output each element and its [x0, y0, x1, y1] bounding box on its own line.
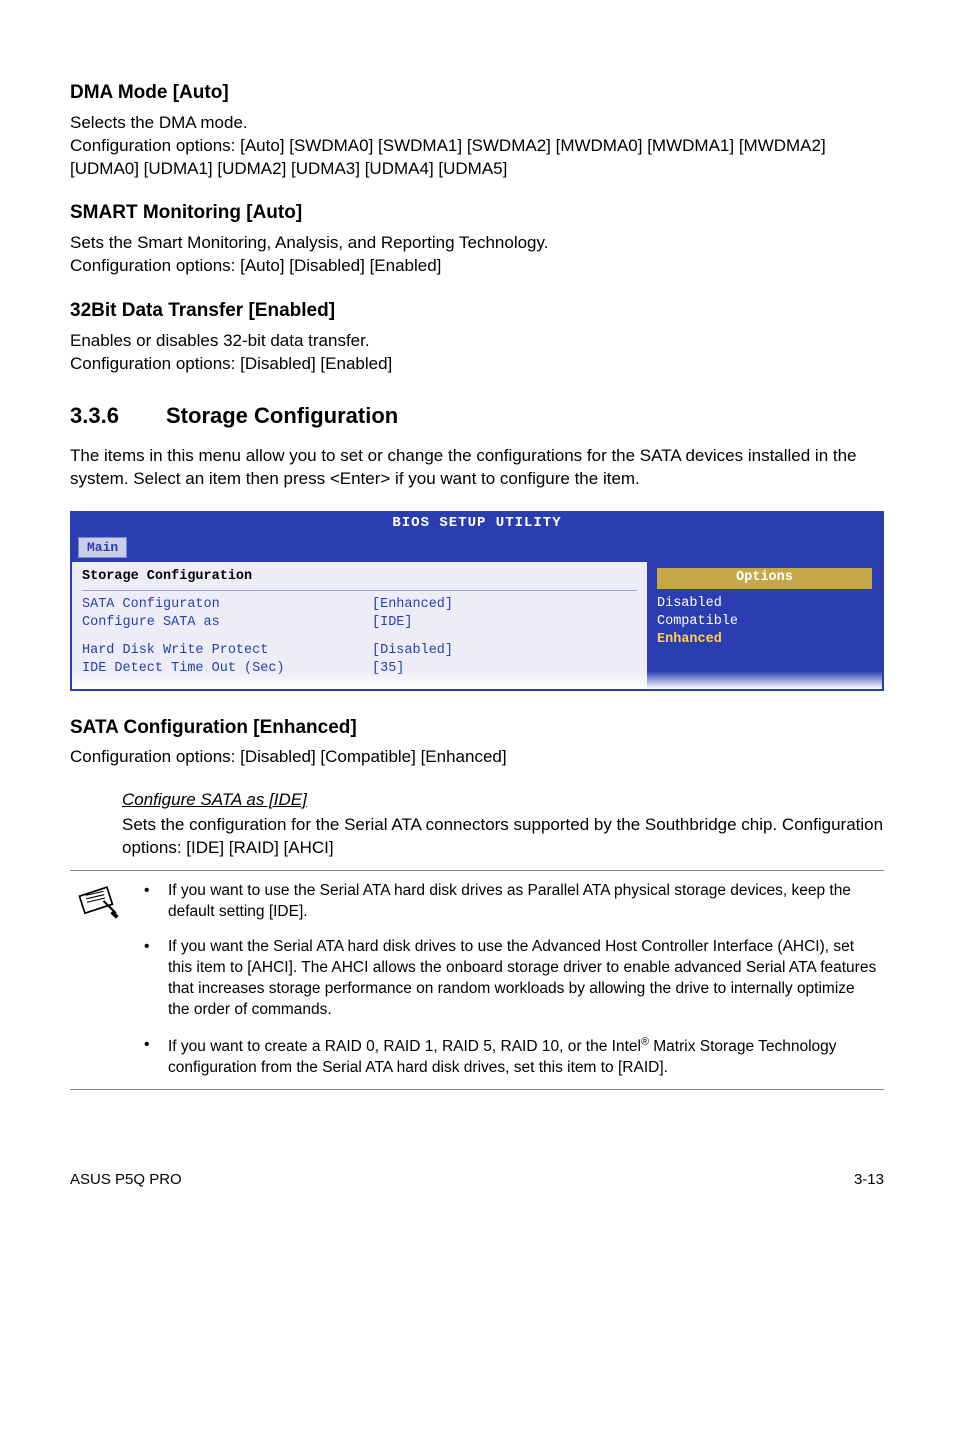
sata-config-body: Configuration options: [Disabled] [Compa… [70, 746, 884, 769]
bullet-icon: • [132, 937, 168, 1021]
bullet-icon: • [132, 881, 168, 923]
footer-left: ASUS P5Q PRO [70, 1170, 182, 1190]
bios-label: SATA Configuraton [82, 596, 372, 614]
section-heading: 3.3.6Storage Configuration [70, 401, 884, 431]
bios-label: Configure SATA as [82, 614, 372, 632]
page-footer: ASUS P5Q PRO 3-13 [70, 1170, 884, 1190]
smart-heading: SMART Monitoring [Auto] [70, 200, 884, 226]
bios-row-hd-write-protect: Hard Disk Write Protect [Disabled] [82, 642, 637, 660]
section-number: 3.3.6 [70, 401, 166, 431]
bios-option-disabled: Disabled [657, 595, 872, 613]
section-intro: The items in this menu allow you to set … [70, 445, 884, 491]
configure-sata-subsection: Configure SATA as [IDE] Sets the configu… [122, 789, 884, 860]
note-text-3a: If you want to create a RAID 0, RAID 1, … [168, 1038, 641, 1055]
note-icon [76, 881, 132, 934]
note-box: • If you want to use the Serial ATA hard… [70, 870, 884, 1090]
bios-value: [Enhanced] [372, 596, 453, 614]
bit32-heading: 32Bit Data Transfer [Enabled] [70, 298, 884, 324]
dma-line2: Configuration options: [Auto] [SWDMA0] [… [70, 136, 826, 178]
note-item-3: • If you want to create a RAID 0, RAID 1… [132, 1035, 878, 1079]
bios-row-configure-sata-as: Configure SATA as [IDE] [82, 614, 637, 632]
bios-tab-row: Main [70, 535, 884, 563]
bios-title: BIOS SETUP UTILITY [70, 511, 884, 535]
bullet-icon: • [132, 1035, 168, 1079]
note-text-1: If you want to use the Serial ATA hard d… [168, 881, 878, 923]
configure-sata-subheading: Configure SATA as [IDE] [122, 789, 884, 812]
bios-setup-screenshot: BIOS SETUP UTILITY Main Storage Configur… [70, 511, 884, 691]
bit32-body: Enables or disables 32-bit data transfer… [70, 330, 884, 376]
note-text-2: If you want the Serial ATA hard disk dri… [168, 937, 878, 1021]
bit32-line2: Configuration options: [Disabled] [Enabl… [70, 354, 392, 373]
bios-left-panel: Storage Configuration SATA Configuraton … [72, 562, 647, 688]
dma-line1: Selects the DMA mode. [70, 113, 248, 132]
smart-line1: Sets the Smart Monitoring, Analysis, and… [70, 233, 548, 252]
bios-label: IDE Detect Time Out (Sec) [82, 660, 372, 678]
note-item-1: • If you want to use the Serial ATA hard… [132, 881, 878, 923]
bios-tab-main: Main [78, 537, 127, 559]
bios-value: [35] [372, 660, 404, 678]
section-title: Storage Configuration [166, 403, 398, 428]
dma-mode-body: Selects the DMA mode. Configuration opti… [70, 112, 884, 181]
bios-value: [IDE] [372, 614, 413, 632]
smart-body: Sets the Smart Monitoring, Analysis, and… [70, 232, 884, 278]
bit32-line1: Enables or disables 32-bit data transfer… [70, 331, 370, 350]
smart-line2: Configuration options: [Auto] [Disabled]… [70, 256, 441, 275]
bios-option-compatible: Compatible [657, 613, 872, 631]
dma-mode-heading: DMA Mode [Auto] [70, 80, 884, 106]
sata-config-heading: SATA Configuration [Enhanced] [70, 715, 884, 741]
note-list: • If you want to use the Serial ATA hard… [132, 881, 878, 1079]
configure-sata-body: Sets the configuration for the Serial AT… [122, 814, 884, 860]
note-text-3: If you want to create a RAID 0, RAID 1, … [168, 1035, 878, 1079]
registered-symbol: ® [641, 1036, 649, 1048]
footer-right: 3-13 [854, 1170, 884, 1190]
note-item-2: • If you want the Serial ATA hard disk d… [132, 937, 878, 1021]
bios-label: Hard Disk Write Protect [82, 642, 372, 660]
bios-row-ide-detect-timeout: IDE Detect Time Out (Sec) [35] [82, 660, 637, 678]
bios-options-title: Options [657, 568, 872, 588]
bios-options-panel: Options Disabled Compatible Enhanced [647, 562, 882, 688]
bios-row-sata-config: SATA Configuraton [Enhanced] [82, 596, 637, 614]
bios-panel-title: Storage Configuration [82, 568, 637, 590]
bios-value: [Disabled] [372, 642, 453, 660]
bios-option-enhanced: Enhanced [657, 631, 872, 649]
